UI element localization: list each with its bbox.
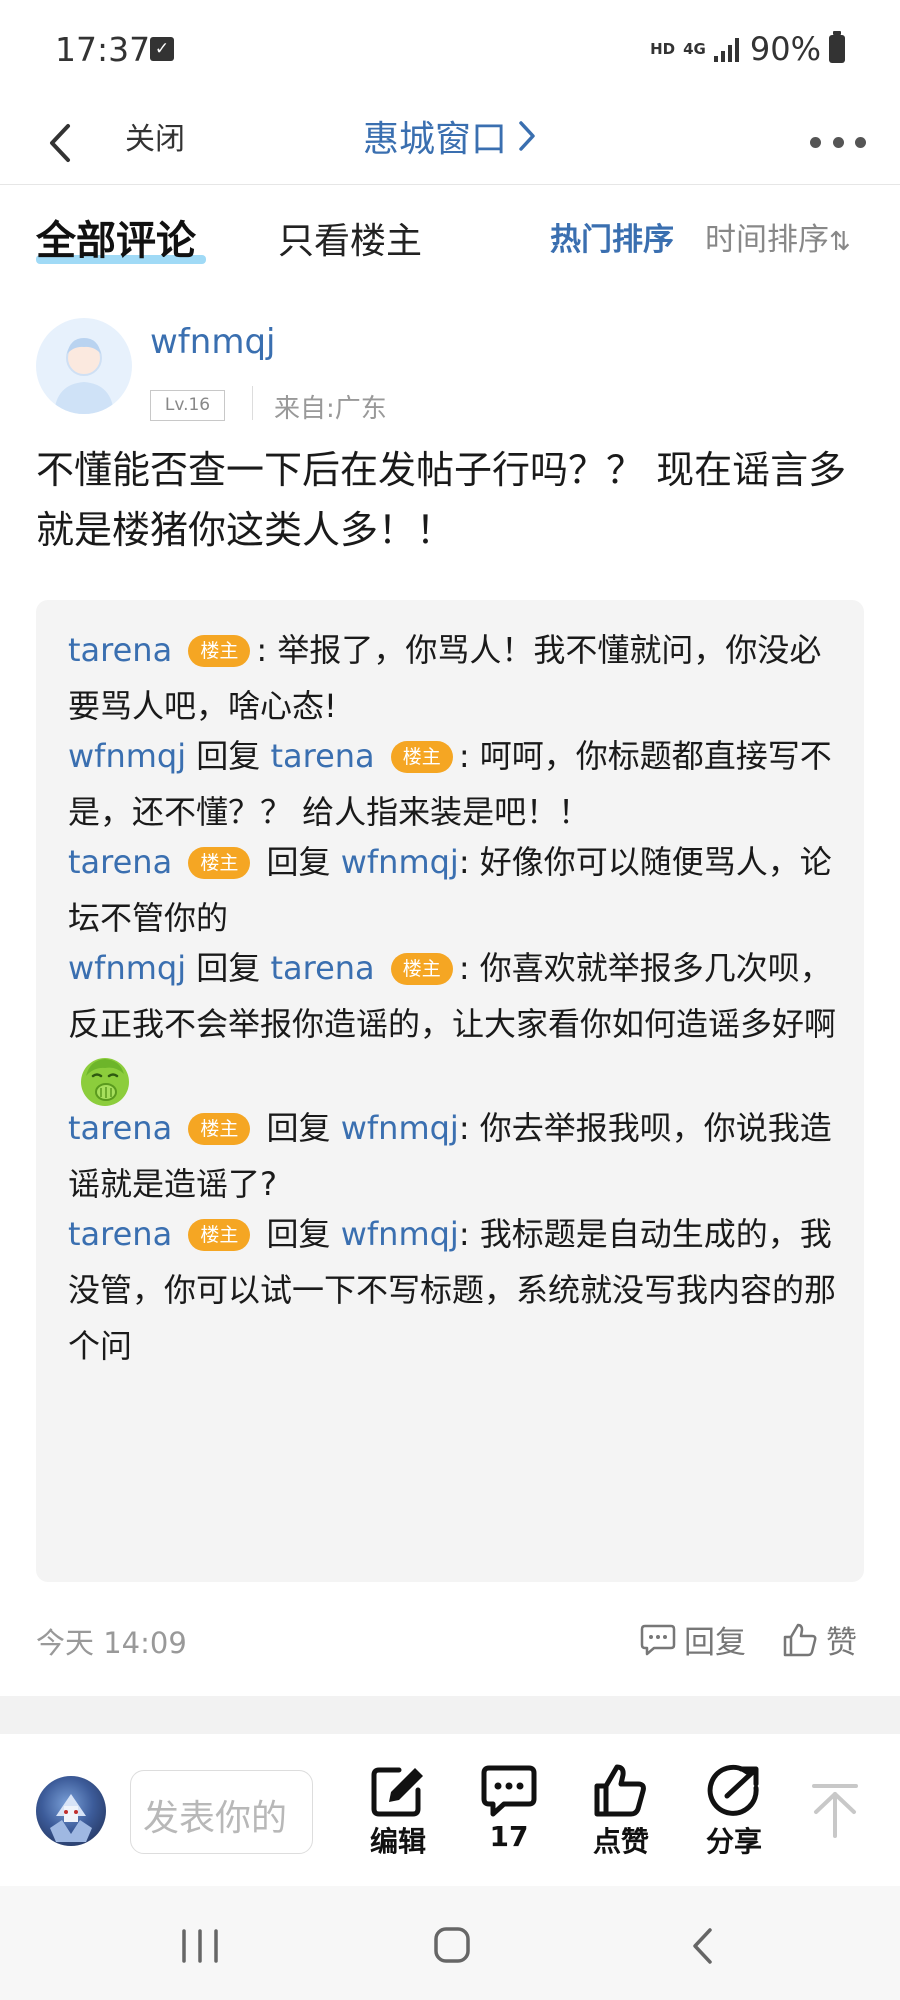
like-button-label: 赞 xyxy=(826,1625,857,1661)
tab-all-comments[interactable]: 全部评论 xyxy=(36,208,196,266)
comment-count: 17 xyxy=(489,1820,529,1853)
chevron-right-icon xyxy=(519,121,535,151)
robot-avatar-icon xyxy=(50,1794,92,1842)
my-avatar[interactable] xyxy=(36,1776,106,1846)
reply-item[interactable]: wfnmqj 回复 tarena 楼主: 你喜欢就举报多几次呗，反正我不会举报你… xyxy=(68,940,838,1113)
hd-indicator: HD xyxy=(650,40,676,58)
chat-bubble-icon xyxy=(640,1624,676,1655)
reply-target[interactable]: wfnmqj xyxy=(341,1109,459,1147)
status-indicators: HD 4G 90% xyxy=(650,30,845,68)
bottom-toolbar: 发表你的 编辑 17 点赞 分享 xyxy=(0,1734,900,1886)
more-dot xyxy=(855,136,866,148)
network-type: 4G xyxy=(683,39,706,58)
default-avatar-icon xyxy=(54,338,114,414)
forum-title-link[interactable]: 惠城窗口 xyxy=(363,110,537,162)
thumbs-up-icon xyxy=(783,1623,817,1656)
op-tag: 楼主 xyxy=(188,635,251,667)
comment-compose-input[interactable]: 发表你的 xyxy=(130,1770,313,1854)
op-tag: 楼主 xyxy=(390,741,453,773)
op-tag: 楼主 xyxy=(188,847,251,879)
avatar[interactable] xyxy=(36,318,132,414)
op-tag: 楼主 xyxy=(390,953,453,985)
location-text: 来自:广东 xyxy=(274,394,387,424)
forum-title-area: 惠城窗口 xyxy=(0,110,900,162)
battery-icon xyxy=(829,31,845,63)
edit-label: 编辑 xyxy=(369,1825,426,1858)
comments-button[interactable]: 17 xyxy=(464,1764,554,1853)
home-icon[interactable] xyxy=(433,1926,471,1964)
reply-item[interactable]: wfnmqj 回复 tarena 楼主: 呵呵，你标题都直接写不是，还不懂？？ … xyxy=(68,728,838,840)
reply-word: 回复 xyxy=(266,1215,331,1253)
thumbs-up-icon xyxy=(594,1764,646,1817)
reply-author[interactable]: tarena xyxy=(68,631,172,669)
section-separator xyxy=(0,1696,900,1734)
reply-author[interactable]: tarena xyxy=(68,843,172,881)
comment-bubble-icon xyxy=(481,1765,537,1817)
op-tag: 楼主 xyxy=(188,1113,251,1145)
reply-word: 回复 xyxy=(196,737,261,775)
status-bar: 17:37 ✓ HD 4G 90% xyxy=(0,0,900,100)
post-timestamp: 今天 14:09 xyxy=(36,1626,187,1660)
edit-button[interactable]: 编辑 xyxy=(353,1764,443,1860)
recent-apps-icon[interactable] xyxy=(180,1928,220,1964)
sort-order-icon: ⇅ xyxy=(829,227,851,257)
back-to-top-icon[interactable] xyxy=(810,1782,860,1838)
like-button[interactable]: 赞 xyxy=(782,1617,857,1662)
reply-item[interactable]: tarena 楼主 回复 wfnmqj: 好像你可以随便骂人，论坛不管你的 xyxy=(68,834,838,946)
reply-author[interactable]: wfnmqj xyxy=(68,737,186,775)
comment-author[interactable]: wfnmqj xyxy=(150,322,275,362)
op-tag: 楼主 xyxy=(188,1219,251,1251)
toolbar-like-button[interactable]: 点赞 xyxy=(576,1764,666,1860)
system-back-icon[interactable] xyxy=(690,1926,716,1966)
signal-icon xyxy=(713,38,739,62)
reply-author[interactable]: tarena xyxy=(68,1215,172,1253)
sort-time-button[interactable]: 时间排序⇅ xyxy=(705,214,851,259)
battery-percent: 90% xyxy=(749,30,821,68)
system-nav-bar xyxy=(0,1886,900,2000)
sort-time-label: 时间排序 xyxy=(705,222,829,258)
reply-item[interactable]: tarena 楼主: 举报了，你骂人！我不懂就问，你没必要骂人吧，啥心态! xyxy=(68,622,838,734)
reply-author[interactable]: tarena xyxy=(68,1109,172,1147)
reply-word: 回复 xyxy=(266,1109,331,1147)
share-icon xyxy=(707,1764,759,1816)
more-options-icon[interactable] xyxy=(810,122,866,162)
reply-word: 回复 xyxy=(196,949,261,987)
reply-item[interactable]: tarena 楼主 回复 wfnmqj: 我标题是自动生成的，我没管，你可以试一… xyxy=(68,1206,838,1374)
comment-body: 不懂能否查一下后在发帖子行吗？？ 现在谣言多就是楼猪你这类人多！！ xyxy=(36,448,847,552)
reply-text: : 举报了，你骂人！我不懂就问，你没必要骂人吧，啥心态! xyxy=(68,631,822,725)
reply-item[interactable]: tarena 楼主 回复 wfnmqj: 你去举报我呗，你说我造谣就是造谣了? xyxy=(68,1100,838,1212)
top-nav-bar: 关闭 惠城窗口 xyxy=(0,100,900,185)
forum-title: 惠城窗口 xyxy=(362,119,507,160)
reply-word: 回复 xyxy=(266,843,331,881)
replies-box: tarena 楼主: 举报了，你骂人！我不懂就问，你没必要骂人吧，啥心态! wf… xyxy=(36,600,864,1582)
reply-target[interactable]: wfnmqj xyxy=(341,843,459,881)
reply-target[interactable]: wfnmqj xyxy=(341,1215,459,1253)
tab-op-only[interactable]: 只看楼主 xyxy=(278,212,422,264)
divider xyxy=(252,386,253,420)
like-label: 点赞 xyxy=(592,1825,649,1858)
sort-hot-button[interactable]: 热门排序 xyxy=(550,214,674,259)
more-dot xyxy=(832,136,844,148)
notification-check-icon: ✓ xyxy=(150,37,174,61)
reply-target[interactable]: tarena xyxy=(270,737,374,775)
share-label: 分享 xyxy=(705,1825,762,1858)
comment-filter-bar: 全部评论 只看楼主 热门排序 时间排序⇅ xyxy=(0,200,900,275)
reply-author[interactable]: wfnmqj xyxy=(68,949,186,987)
reply-target[interactable]: tarena xyxy=(270,949,374,987)
reply-button[interactable]: 回复 xyxy=(640,1617,746,1662)
share-button[interactable]: 分享 xyxy=(689,1764,779,1860)
edit-icon xyxy=(371,1767,423,1817)
reply-button-label: 回复 xyxy=(684,1625,746,1661)
more-dot xyxy=(810,136,821,148)
status-time: 17:37 xyxy=(55,30,151,69)
level-badge: Lv.16 xyxy=(150,390,225,421)
